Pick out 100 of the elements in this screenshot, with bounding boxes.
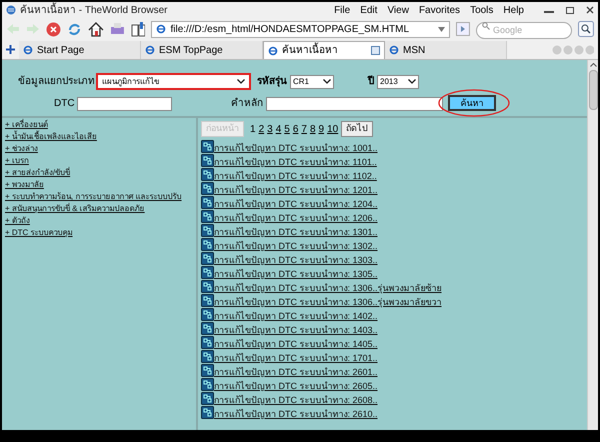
field-label: DTC (54, 97, 75, 111)
menu-item[interactable]: Help (503, 2, 524, 18)
category-link[interactable]: + สนับสนุนการขับขี่ & เสริมความปลอดภัย (5, 203, 145, 215)
menu-item[interactable]: Tools (470, 2, 494, 18)
diagram-icon (201, 350, 214, 363)
result-link[interactable]: การแก้ไขปัญหา DTC ระบบนำทาง: 1405.. (214, 340, 378, 349)
dtc-input[interactable] (76, 96, 172, 110)
menu-item[interactable]: Favorites (418, 2, 460, 18)
maximize-icon[interactable] (566, 6, 574, 14)
printer-icon[interactable] (110, 22, 125, 36)
result-link[interactable]: การแก้ไขปัญหา DTC ระบบนำทาง: 1001.. (214, 144, 378, 153)
tab[interactable]: ค้นหาเนื้อหา (263, 41, 385, 59)
page-icon (156, 24, 166, 34)
chevron-down-icon (408, 79, 416, 84)
diagram-icon (201, 280, 214, 293)
scrollbar[interactable] (587, 60, 598, 430)
result-link[interactable]: การแก้ไขปัญหา DTC ระบบนำทาง: 1303.. (214, 256, 378, 265)
model-select[interactable]: CR1 (290, 74, 334, 88)
dropdown-icon[interactable] (438, 26, 446, 32)
search-icon (482, 22, 490, 30)
result-link[interactable]: การแก้ไขปัญหา DTC ระบบนำทาง: 1306..รุ่นพวงมาลัยซ้าย (214, 284, 442, 293)
diagram-icon (201, 308, 214, 321)
scrollbar-thumb[interactable] (588, 70, 598, 110)
category-link[interactable]: + ตัวถัง (5, 215, 30, 227)
page-link[interactable]: 3 (267, 122, 273, 136)
category-select[interactable]: แผนภูมิการแก้ไข (96, 73, 251, 90)
diagram-icon (201, 364, 214, 377)
window-title: ค้นหาเนื้อหา - TheWorld Browser (20, 2, 168, 18)
diagram-icon (201, 140, 214, 153)
refresh-icon[interactable] (66, 22, 82, 36)
new-tab-icon[interactable] (6, 45, 15, 54)
category-link[interactable]: + น้ำมันเชื้อเพลิงและไอเสีย (5, 131, 97, 143)
keyword-input[interactable] (266, 96, 443, 110)
page-link[interactable]: 7 (301, 122, 307, 136)
search-field[interactable]: Google (476, 22, 572, 38)
close-icon[interactable] (586, 6, 594, 14)
result-link[interactable]: การแก้ไขปัญหา DTC ระบบนำทาง: 1204.. (214, 200, 378, 209)
search-button[interactable]: ค้นหา (448, 95, 496, 111)
book-icon[interactable] (130, 22, 146, 36)
category-link[interactable]: + พวงมาลัย (5, 179, 44, 191)
tab[interactable]: MSN (385, 41, 507, 59)
tab-close-icon[interactable] (371, 46, 380, 55)
result-link[interactable]: การแก้ไขปัญหา DTC ระบบนำทาง: 1102.. (214, 172, 377, 181)
diagram-icon (201, 238, 214, 251)
tab-label: ESM TopPage (159, 44, 224, 58)
result-link[interactable]: การแก้ไขปัญหา DTC ระบบนำทาง: 2608.. (214, 396, 378, 405)
result-link[interactable]: การแก้ไขปัญหา DTC ระบบนำทาง: 1306..รุ่นพวงมาลัยขวา (214, 298, 442, 307)
diagram-icon (201, 168, 214, 181)
year-select[interactable]: 2013 (377, 74, 419, 88)
result-link[interactable]: การแก้ไขปัญหา DTC ระบบนำทาง: 1206.. (214, 214, 378, 223)
category-link[interactable]: + สายส่งกำลัง/ขับขี่ (5, 167, 70, 179)
result-link[interactable]: การแก้ไขปัญหา DTC ระบบนำทาง: 1201.. (214, 186, 378, 195)
page-link[interactable]: 5 (284, 122, 290, 136)
page-link[interactable]: 9 (318, 122, 324, 136)
tab[interactable]: Start Page (19, 41, 141, 59)
category-link[interactable]: + ระบบทำความร้อน, การระบายอากาศ และระบบปรับ (5, 191, 182, 203)
result-link[interactable]: การแก้ไขปัญหา DTC ระบบนำทาง: 1302.. (214, 242, 378, 251)
diagram-icon (201, 322, 214, 335)
menu-item[interactable]: Edit (360, 2, 378, 18)
page-link[interactable]: 1 (250, 122, 256, 136)
home-icon[interactable] (88, 22, 104, 36)
tab-label: ค้นหาเนื้อหา (282, 43, 367, 58)
diagram-icon (201, 294, 214, 307)
go-icon[interactable] (456, 22, 470, 36)
result-link[interactable]: การแก้ไขปัญหา DTC ระบบนำทาง: 2605.. (214, 382, 378, 391)
stop-icon[interactable] (46, 22, 61, 36)
result-link[interactable]: การแก้ไขปัญหา DTC ระบบนำทาง: 1305.. (214, 270, 378, 279)
result-link[interactable]: การแก้ไขปัญหา DTC ระบบนำทาง: 2601.. (214, 368, 378, 377)
page-link[interactable]: 8 (310, 122, 316, 136)
field-label: ปี (368, 74, 374, 89)
menu-item[interactable]: View (387, 2, 409, 18)
category-link[interactable]: + เบรก (5, 155, 29, 167)
result-link[interactable]: การแก้ไขปัญหา DTC ระบบนำทาง: 1301.. (214, 228, 378, 237)
result-link[interactable]: การแก้ไขปัญหา DTC ระบบนำทาง: 2610.. (214, 410, 378, 419)
page-link[interactable]: 10 (327, 122, 338, 136)
category-link[interactable]: + DTC ระบบควบคุม (5, 227, 73, 239)
page-link[interactable]: 2 (258, 122, 264, 136)
diagram-icon (201, 196, 214, 209)
diagram-icon (201, 406, 214, 419)
result-link[interactable]: การแก้ไขปัญหา DTC ระบบนำทาง: 1701.. (214, 354, 378, 363)
next-button[interactable]: ถัดไป (341, 121, 374, 137)
page-icon (145, 45, 155, 55)
menu-item[interactable]: File (334, 2, 350, 18)
tab[interactable]: ESM TopPage (141, 41, 263, 59)
search-button-icon[interactable] (578, 21, 594, 37)
diagram-icon (201, 224, 214, 237)
category-link[interactable]: + เครื่องยนต์ (5, 119, 48, 131)
page-icon (23, 45, 33, 55)
diagram-icon (201, 182, 214, 195)
page-icon (389, 45, 399, 55)
diagram-icon (201, 336, 214, 349)
result-link[interactable]: การแก้ไขปัญหา DTC ระบบนำทาง: 1101.. (214, 158, 377, 167)
page-link[interactable]: 4 (276, 122, 282, 136)
category-link[interactable]: + ช่วงล่าง (5, 143, 38, 155)
result-link[interactable]: การแก้ไขปัญหา DTC ระบบนำทาง: 1402.. (214, 312, 378, 321)
result-link[interactable]: การแก้ไขปัญหา DTC ระบบนำทาง: 1403.. (214, 326, 378, 335)
scroll-up-icon[interactable] (590, 63, 596, 67)
diagram-icon (201, 210, 214, 223)
page-link[interactable]: 6 (292, 122, 298, 136)
address-bar[interactable]: file:///D:/esm_html/HONDAESMTOPPAGE_SM.HTML (151, 20, 450, 38)
